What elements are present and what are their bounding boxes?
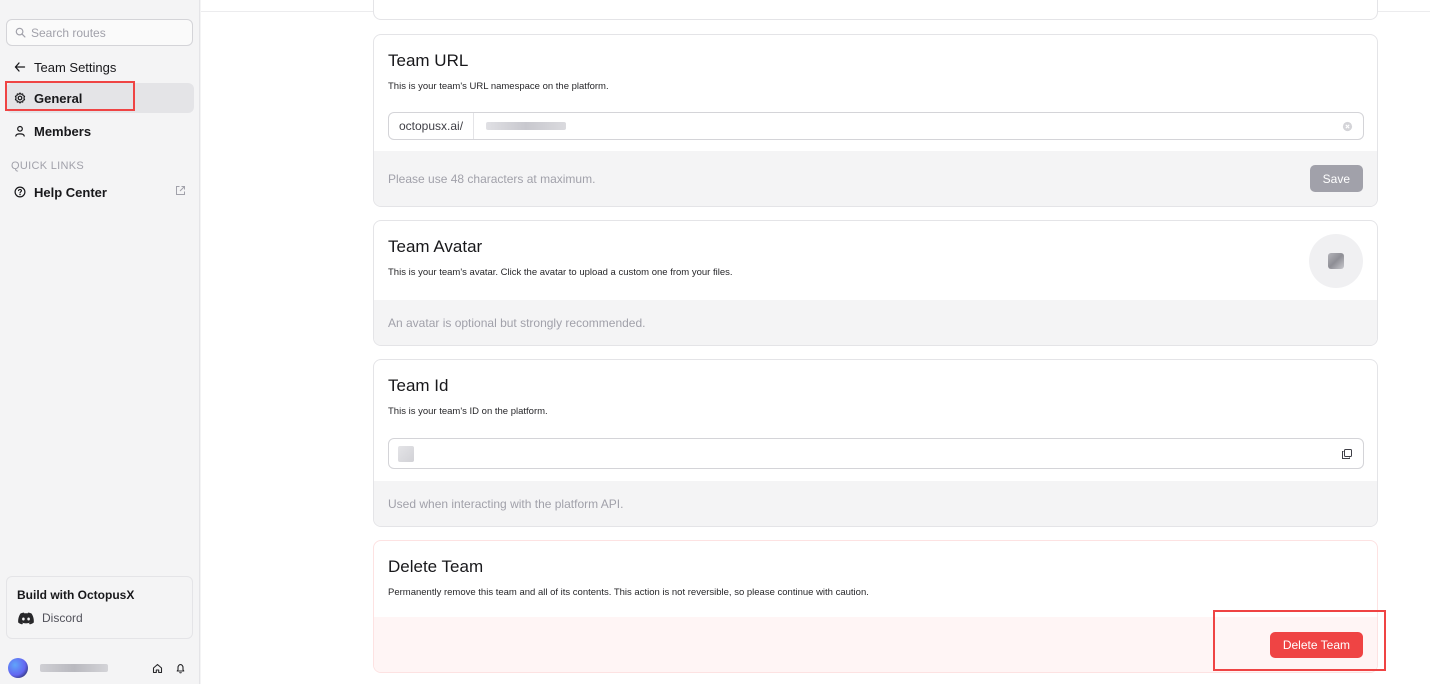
promo-card: Build with OctopusX Discord (6, 576, 193, 639)
team-url-footer: Please use 48 characters at maximum. Sav… (374, 151, 1377, 206)
user-account-row[interactable] (8, 656, 194, 680)
team-avatar-footer: An avatar is optional but strongly recom… (374, 300, 1377, 345)
sidebar-item-label: General (34, 90, 83, 106)
main-content: Team URL This is your team's URL namespa… (201, 0, 1430, 684)
search-icon (15, 27, 26, 38)
team-avatar-note: An avatar is optional but strongly recom… (388, 315, 646, 330)
team-url-note: Please use 48 characters at maximum. (388, 171, 596, 186)
sidebar-item-general[interactable]: General (6, 83, 194, 113)
team-id-field[interactable] (388, 438, 1364, 469)
team-avatar-title: Team Avatar (388, 237, 483, 256)
delete-team-description: Permanently remove this team and all of … (388, 587, 869, 598)
delete-team-card: Delete Team Permanently remove this team… (373, 540, 1378, 673)
search-placeholder: Search routes (31, 25, 106, 40)
team-avatar-description: This is your team's avatar. Click the av… (388, 267, 733, 278)
team-url-card: Team URL This is your team's URL namespa… (373, 34, 1378, 207)
team-id-card: Team Id This is your team's ID on the pl… (373, 359, 1378, 527)
team-url-title: Team URL (388, 51, 469, 70)
redacted-username (40, 664, 108, 672)
discord-label: Discord (42, 611, 83, 625)
avatar-image (1328, 253, 1344, 269)
quick-links-heading: QUICK LINKS (11, 160, 84, 172)
team-avatar-card: Team Avatar This is your team's avatar. … (373, 220, 1378, 346)
save-button[interactable]: Save (1309, 165, 1363, 192)
quick-link-label: Help Center (34, 184, 107, 200)
team-url-description: This is your team's URL namespace on the… (388, 81, 609, 92)
back-to-team-settings[interactable]: Team Settings (6, 52, 194, 82)
sidebar-item-label: Members (34, 123, 92, 139)
redacted-team-id (398, 445, 414, 462)
avatar (8, 658, 28, 678)
url-prefix: octopusx.ai/ (389, 113, 475, 139)
previous-card-edge (373, 0, 1378, 20)
back-label: Team Settings (34, 59, 117, 75)
sidebar-item-members[interactable]: Members (6, 116, 194, 146)
quick-link-help-center[interactable]: Help Center (6, 177, 194, 207)
team-id-title: Team Id (388, 376, 449, 395)
arrow-left-icon (14, 62, 26, 72)
bell-icon[interactable] (175, 663, 186, 674)
copy-icon[interactable] (1341, 448, 1353, 460)
delete-team-button[interactable]: Delete Team (1269, 631, 1363, 658)
external-link-icon (176, 186, 185, 195)
delete-team-title: Delete Team (388, 557, 484, 576)
team-id-note: Used when interacting with the platform … (388, 496, 624, 511)
help-circle-icon (14, 186, 26, 198)
delete-team-footer: Delete Team (374, 617, 1377, 672)
home-icon[interactable] (152, 663, 163, 674)
user-icon (15, 125, 25, 137)
redacted-url-slug (486, 122, 567, 130)
search-input[interactable]: Search routes (6, 19, 193, 46)
team-id-footer: Used when interacting with the platform … (374, 481, 1377, 526)
promo-title: Build with OctopusX (17, 588, 135, 602)
gear-icon (14, 92, 26, 104)
clear-icon[interactable] (1342, 121, 1353, 132)
discord-icon (18, 612, 34, 624)
discord-link[interactable]: Discord (17, 611, 182, 625)
team-url-input[interactable]: octopusx.ai/ (388, 112, 1364, 140)
team-id-description: This is your team's ID on the platform. (388, 406, 548, 417)
sidebar: Search routes Team Settings General Memb… (0, 0, 200, 684)
team-avatar-upload[interactable] (1309, 234, 1363, 288)
